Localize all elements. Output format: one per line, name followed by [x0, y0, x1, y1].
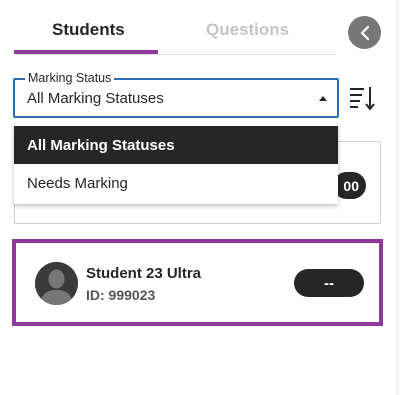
back-button[interactable]	[348, 16, 381, 49]
sort-button[interactable]	[348, 84, 376, 112]
avatar	[35, 262, 78, 305]
student-id: ID: 999023	[86, 287, 156, 303]
tab-bar: Students Questions	[14, 0, 336, 56]
person-silhouette-icon	[35, 262, 78, 305]
tab-questions[interactable]: Questions	[206, 20, 289, 40]
tab-divider	[14, 54, 336, 55]
sort-descending-icon	[350, 87, 375, 110]
caret-up-icon	[319, 96, 327, 101]
student-card[interactable]: Student 23 Ultra ID: 999023 --	[12, 239, 383, 326]
marking-status-dropdown: All Marking Statuses Needs Marking	[14, 124, 338, 204]
option-all-marking-statuses[interactable]: All Marking Statuses	[14, 126, 338, 164]
chevron-left-icon	[360, 25, 369, 40]
option-needs-marking[interactable]: Needs Marking	[14, 164, 338, 202]
tab-students[interactable]: Students	[52, 20, 125, 40]
select-value: All Marking Statuses	[27, 90, 164, 107]
grade-pill[interactable]: --	[294, 269, 364, 297]
student-name: Student 23 Ultra	[86, 265, 202, 282]
select-label: Marking Status	[25, 71, 115, 85]
marking-status-select[interactable]: Marking Status All Marking Statuses	[13, 71, 339, 118]
panel-edge	[397, 0, 399, 395]
